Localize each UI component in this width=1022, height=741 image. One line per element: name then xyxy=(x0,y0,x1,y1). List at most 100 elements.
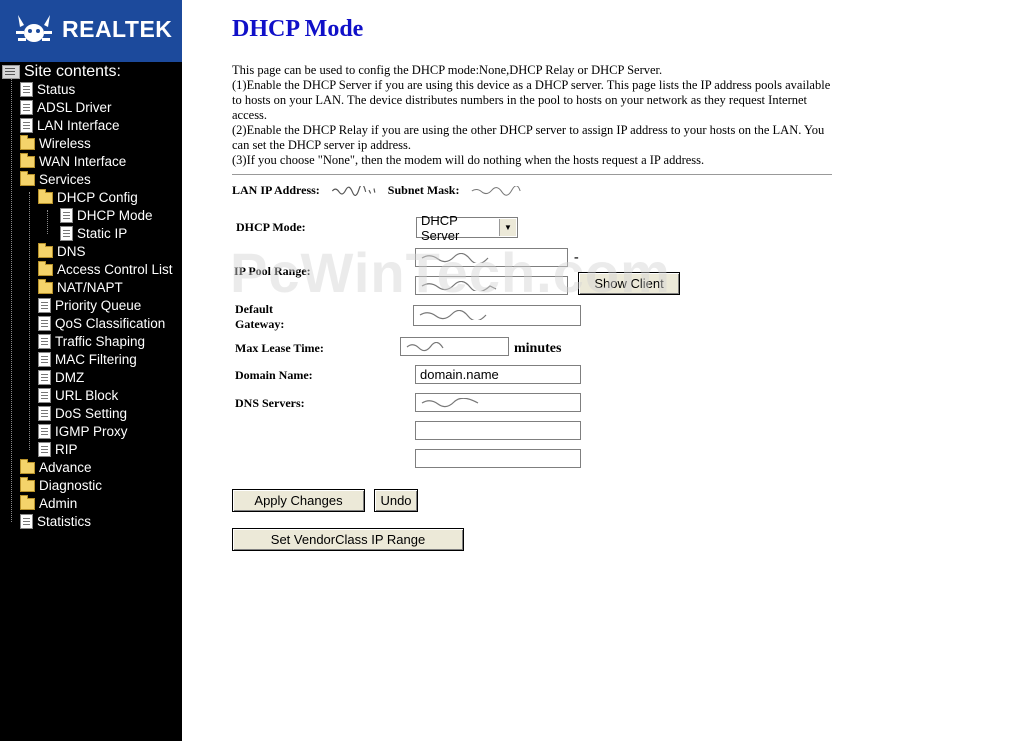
sidebar-item-label: ADSL Driver xyxy=(37,99,112,115)
sidebar-item-dns[interactable]: DNS xyxy=(38,242,86,260)
realtek-logo[interactable]: Realtek xyxy=(0,0,182,62)
sidebar-item-label: RIP xyxy=(55,441,78,457)
page-icon xyxy=(20,99,33,115)
folder-open-icon xyxy=(20,171,35,186)
sidebar-item-mac-filtering[interactable]: MAC Filtering xyxy=(38,350,137,368)
page-icon xyxy=(38,369,51,385)
sidebar-item-status[interactable]: Status xyxy=(20,80,75,98)
undo-button[interactable]: Undo xyxy=(374,489,418,512)
sidebar-item-label: IGMP Proxy xyxy=(55,423,128,439)
show-client-button[interactable]: Show Client xyxy=(578,272,680,295)
folder-icon xyxy=(20,495,35,510)
sidebar-item-label: Diagnostic xyxy=(39,477,103,493)
sidebar-root[interactable]: Site contents: xyxy=(2,63,121,81)
lan-info-row: LAN IP Address: Subnet Mask: xyxy=(232,183,533,198)
sidebar-item-igmp-proxy[interactable]: IGMP Proxy xyxy=(38,422,128,440)
default-gateway-label: Default Gateway: xyxy=(235,302,285,331)
max-lease-time-label: Max Lease Time: xyxy=(235,341,324,355)
sidebar-item-label: URL Block xyxy=(55,387,119,403)
sidebar-item-dos-setting[interactable]: DoS Setting xyxy=(38,404,127,422)
page-title: DHCP Mode xyxy=(232,16,364,42)
redacted-subnet-mask xyxy=(472,185,522,196)
minutes-label: minutes xyxy=(514,341,562,356)
sidebar-item-label: DNS xyxy=(57,243,86,259)
ip-pool-start-input[interactable] xyxy=(415,248,568,267)
sidebar-item-priority-queue[interactable]: Priority Queue xyxy=(38,296,141,314)
apply-changes-button[interactable]: Apply Changes xyxy=(232,489,365,512)
sidebar: Realtek Site contents: Status ADSL Drive… xyxy=(0,0,182,741)
sidebar-item-rip[interactable]: RIP xyxy=(38,440,78,458)
sidebar-item-label: MAC Filtering xyxy=(55,351,137,367)
sidebar-item-label: Services xyxy=(39,171,91,187)
sidebar-item-label: Wireless xyxy=(39,135,91,151)
sidebar-item-label: LAN Interface xyxy=(37,117,120,133)
folder-icon xyxy=(20,459,35,474)
page-icon xyxy=(60,225,73,241)
folder-icon xyxy=(20,153,35,168)
description-line: (2)Enable the DHCP Relay if you are usin… xyxy=(232,123,825,152)
dns-server-2-input[interactable] xyxy=(415,421,581,440)
sidebar-item-advance[interactable]: Advance xyxy=(20,458,92,476)
dns-server-3-input[interactable] xyxy=(415,449,581,468)
page-icon xyxy=(60,207,73,223)
sidebar-item-statistics[interactable]: Statistics xyxy=(20,512,91,530)
folder-icon xyxy=(38,243,53,258)
domain-name-input[interactable]: domain.name xyxy=(415,365,581,384)
redacted-lan-ip xyxy=(331,185,376,196)
sidebar-item-dmz[interactable]: DMZ xyxy=(38,368,84,386)
sidebar-item-label: Static IP xyxy=(77,225,128,241)
sidebar-item-admin[interactable]: Admin xyxy=(20,494,77,512)
redacted-pool-end xyxy=(421,281,497,291)
set-vendorclass-ip-range-button[interactable]: Set VendorClass IP Range xyxy=(232,528,464,551)
crab-logo-icon xyxy=(16,15,52,42)
sidebar-item-wireless[interactable]: Wireless xyxy=(20,134,91,152)
sidebar-item-nat-napt[interactable]: NAT/NAPT xyxy=(38,278,123,296)
sidebar-item-qos-classification[interactable]: QoS Classification xyxy=(38,314,165,332)
page-description: This page can be used to config the DHCP… xyxy=(232,63,832,168)
sidebar-item-traffic-shaping[interactable]: Traffic Shaping xyxy=(38,332,145,350)
page-icon xyxy=(38,423,51,439)
dhcp-mode-value: DHCP Server xyxy=(421,212,460,243)
page-icon xyxy=(20,117,33,133)
sidebar-item-dhcp-mode[interactable]: DHCP Mode xyxy=(60,206,153,224)
sidebar-item-label: DoS Setting xyxy=(55,405,128,421)
dhcp-mode-select[interactable]: DHCP Server ▼ xyxy=(416,213,518,243)
description-line: (3)If you choose "None", then the modem … xyxy=(232,153,705,167)
dhcp-mode-label: DHCP Mode: xyxy=(236,220,306,234)
sidebar-item-url-block[interactable]: URL Block xyxy=(38,386,118,404)
chevron-down-icon[interactable]: ▼ xyxy=(499,219,516,236)
sidebar-item-label: Admin xyxy=(39,495,78,511)
sidebar-item-label: Priority Queue xyxy=(55,297,142,313)
brand-name: Realtek xyxy=(62,16,173,42)
sidebar-item-static-ip[interactable]: Static IP xyxy=(60,224,127,242)
page-icon xyxy=(38,333,51,349)
sidebar-item-dhcp-config[interactable]: DHCP Config xyxy=(38,188,138,206)
sidebar-item-label: Status xyxy=(37,81,76,97)
folder-open-icon xyxy=(38,189,53,204)
sidebar-item-label: DMZ xyxy=(55,369,85,385)
page-icon xyxy=(20,513,33,529)
sidebar-item-label: DHCP Config xyxy=(57,189,138,205)
sidebar-item-diagnostic[interactable]: Diagnostic xyxy=(20,476,102,494)
page-icon xyxy=(38,387,51,403)
redacted-pool-start xyxy=(421,253,489,263)
sidebar-item-label: QoS Classification xyxy=(55,315,166,331)
default-gateway-input[interactable] xyxy=(413,305,581,326)
sidebar-item-label: DHCP Mode xyxy=(77,207,153,223)
sidebar-item-wan-interface[interactable]: WAN Interface xyxy=(20,152,126,170)
sidebar-item-label: Access Control List xyxy=(57,261,173,277)
ip-pool-end-input[interactable] xyxy=(415,276,568,295)
sidebar-root-label: Site contents: xyxy=(24,63,121,80)
sidebar-item-label: Traffic Shaping xyxy=(55,333,146,349)
dns-server-1-input[interactable] xyxy=(415,393,581,412)
sidebar-item-access-control-list[interactable]: Access Control List xyxy=(38,260,173,278)
redacted-lease-time xyxy=(406,342,444,352)
sidebar-item-adsl-driver[interactable]: ADSL Driver xyxy=(20,98,112,116)
sidebar-item-services[interactable]: Services xyxy=(20,170,91,188)
dns-servers-label: DNS Servers: xyxy=(235,396,305,410)
sidebar-item-lan-interface[interactable]: LAN Interface xyxy=(20,116,120,134)
ip-pool-range-label: IP Pool Range: xyxy=(234,264,311,278)
folder-icon xyxy=(38,261,53,276)
max-lease-time-input[interactable] xyxy=(400,337,509,356)
folder-icon xyxy=(20,477,35,492)
